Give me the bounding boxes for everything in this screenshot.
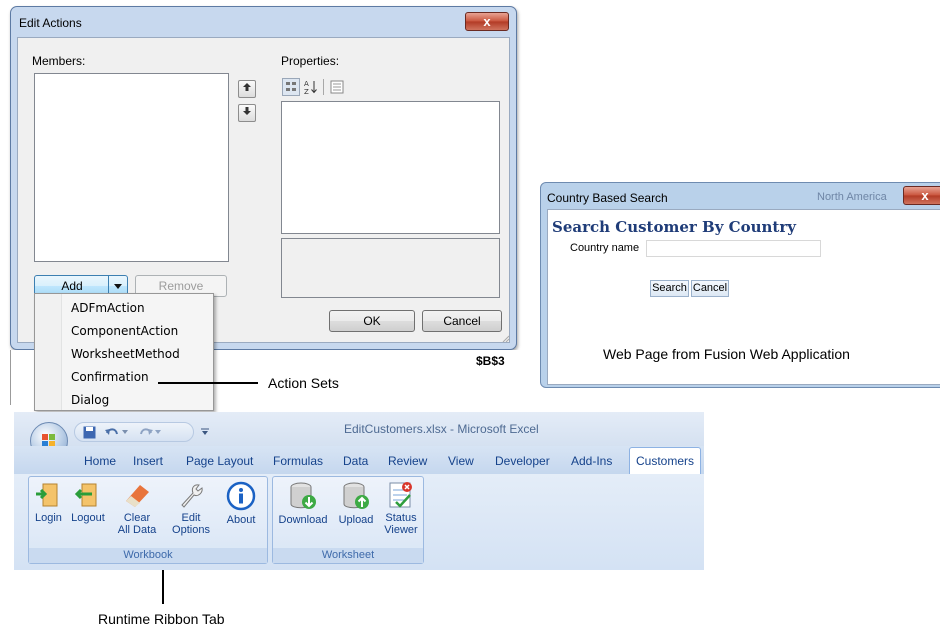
edit-label-line2: Options: [172, 524, 210, 536]
login-label: Login: [35, 512, 62, 524]
quick-access-toolbar: [74, 422, 194, 442]
background-text: North America: [817, 191, 887, 203]
download-label: Download: [278, 514, 328, 526]
clear-label-line1: Clear: [123, 512, 151, 524]
web-page-caption: Web Page from Fusion Web Application: [603, 346, 850, 362]
close-icon: x: [483, 14, 491, 29]
workbook-group: Workbook Login Logout Clear All Data Edi…: [28, 476, 268, 564]
alphabetical-button[interactable]: AZ: [303, 78, 319, 96]
svg-text:A: A: [304, 80, 309, 88]
close-icon: x: [921, 188, 929, 203]
redo-icon[interactable]: [139, 426, 153, 439]
menu-item-componentaction[interactable]: ComponentAction: [71, 324, 178, 338]
group-label: Workbook: [29, 548, 267, 563]
move-up-button[interactable]: [238, 80, 256, 98]
edit-label-line1: Edit: [181, 512, 201, 524]
clear-label-line2: All Data: [117, 524, 157, 536]
menu-item-adfmaction[interactable]: ADFmAction: [71, 301, 145, 315]
download-button[interactable]: Download: [275, 481, 331, 526]
tab-customers[interactable]: Customers: [629, 447, 702, 474]
sort-az-icon: AZ: [304, 80, 317, 96]
runtime-ribbon-leader-line: [162, 570, 164, 604]
chevron-down-icon[interactable]: [122, 430, 128, 435]
logout-door-icon: [74, 483, 97, 507]
ok-button[interactable]: OK: [329, 310, 415, 332]
resize-grip-icon[interactable]: [500, 332, 510, 343]
tab-insert[interactable]: Insert: [133, 454, 163, 468]
runtime-ribbon-caption: Runtime Ribbon Tab: [98, 611, 225, 627]
cancel-button[interactable]: Cancel: [422, 310, 502, 332]
status-list-icon: [389, 482, 412, 508]
about-label: About: [226, 514, 256, 526]
toolbar-separator: [323, 79, 324, 95]
tab-home[interactable]: Home: [84, 454, 116, 468]
search-button[interactable]: Search: [650, 280, 689, 297]
cell-reference: $B$3: [476, 354, 505, 368]
group-label: Worksheet: [273, 548, 423, 563]
window-title: Country Based Search: [547, 191, 668, 205]
window-title: EditCustomers.xlsx - Microsoft Excel: [344, 422, 539, 436]
country-name-label: Country name: [570, 242, 640, 254]
properties-grid[interactable]: [281, 101, 500, 234]
clear-all-data-button[interactable]: Clear All Data: [115, 481, 159, 536]
close-button[interactable]: x: [903, 186, 940, 205]
action-sets-caption: Action Sets: [268, 375, 339, 391]
tab-review[interactable]: Review: [388, 454, 427, 468]
status-label-line2: Viewer: [384, 524, 418, 536]
svg-text:Z: Z: [304, 88, 309, 96]
tab-data[interactable]: Data: [343, 454, 368, 468]
property-pages-button[interactable]: [329, 79, 345, 95]
eraser-icon: [126, 485, 149, 507]
categorized-icon: [286, 82, 296, 91]
close-button[interactable]: x: [465, 12, 509, 31]
properties-label: Properties:: [281, 54, 340, 68]
logout-label: Logout: [71, 512, 105, 524]
add-dropdown-menu: ADFmAction ComponentAction WorksheetMeth…: [34, 293, 214, 411]
tab-formulas[interactable]: Formulas: [273, 454, 323, 468]
edit-options-button[interactable]: Edit Options: [169, 481, 213, 536]
move-down-button[interactable]: [238, 104, 256, 122]
arrow-up-icon: [243, 83, 251, 91]
action-sets-leader-line: [158, 382, 258, 384]
database-download-icon: [290, 482, 316, 509]
cancel-button[interactable]: Cancel: [691, 280, 729, 297]
status-viewer-button[interactable]: Status Viewer: [381, 481, 421, 536]
upload-label: Upload: [338, 514, 374, 526]
login-button[interactable]: Login: [35, 481, 62, 524]
info-icon: [226, 481, 256, 511]
wrench-icon: [181, 484, 203, 508]
status-label-line1: Status: [385, 512, 417, 524]
tab-page-layout[interactable]: Page Layout: [186, 454, 253, 468]
save-icon[interactable]: [83, 426, 96, 439]
logout-button[interactable]: Logout: [69, 481, 107, 524]
country-search-window: Country Based Search North America x Sea…: [540, 182, 940, 388]
excel-window: EditCustomers.xlsx - Microsoft Excel Hom…: [14, 412, 704, 570]
categorized-button[interactable]: [282, 78, 300, 96]
menu-item-confirmation[interactable]: Confirmation: [71, 370, 149, 384]
web-page-content: Search Customer By Country Country name …: [547, 209, 940, 385]
upload-button[interactable]: Upload: [334, 481, 378, 526]
country-name-input[interactable]: [646, 240, 821, 257]
undo-icon[interactable]: [105, 426, 119, 439]
tab-add-ins[interactable]: Add-Ins: [571, 454, 612, 468]
menu-item-dialog[interactable]: Dialog: [71, 393, 109, 407]
property-pages-icon: [330, 80, 344, 94]
menu-item-worksheetmethod[interactable]: WorksheetMethod: [71, 347, 180, 361]
property-description: [281, 238, 500, 298]
tab-view[interactable]: View: [448, 454, 474, 468]
arrow-down-icon: [243, 107, 251, 115]
worksheet-group: Worksheet Download Upload Status Viewer: [272, 476, 424, 564]
page-heading: Search Customer By Country: [552, 218, 796, 236]
menu-icon-gutter: [35, 294, 62, 410]
chevron-down-icon: [114, 284, 122, 289]
database-upload-icon: [343, 482, 369, 509]
about-button[interactable]: About: [221, 481, 261, 526]
tab-developer[interactable]: Developer: [495, 454, 550, 468]
customize-toolbar-icon[interactable]: [201, 428, 209, 436]
chevron-down-icon[interactable]: [155, 430, 161, 435]
login-door-icon: [36, 483, 58, 507]
members-list[interactable]: [34, 73, 229, 262]
members-label: Members:: [32, 54, 86, 68]
dialog-title: Edit Actions: [19, 16, 82, 30]
